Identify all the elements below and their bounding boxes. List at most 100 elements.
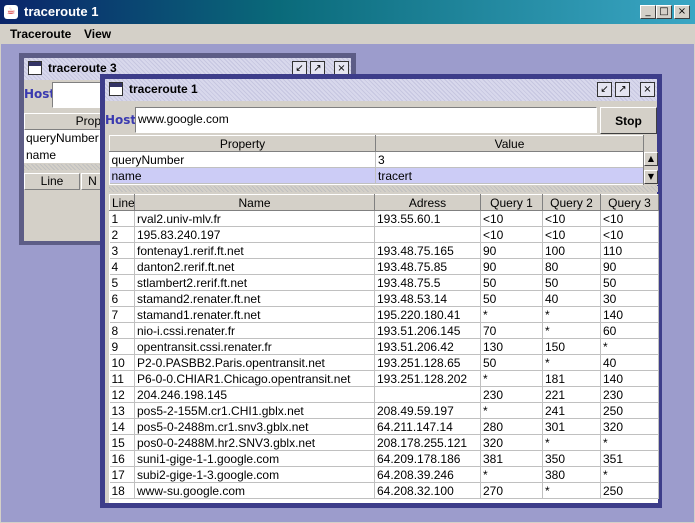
query3-cell[interactable]: * bbox=[600, 466, 659, 483]
property-column-header[interactable]: Property bbox=[109, 135, 376, 152]
property-cell[interactable]: queryNumber bbox=[109, 151, 376, 168]
query1-cell[interactable]: 50 bbox=[480, 274, 543, 291]
query1-cell[interactable]: 270 bbox=[480, 482, 543, 499]
route-column-header[interactable]: Query 1 bbox=[480, 194, 543, 211]
name-cell[interactable]: opentransit.cssi.renater.fr bbox=[134, 338, 375, 355]
line-cell[interactable]: 8 bbox=[109, 322, 135, 339]
name-cell[interactable]: 195.83.240.197 bbox=[134, 226, 375, 243]
property-column-header[interactable]: Prop bbox=[24, 113, 104, 130]
scroll-up-icon[interactable]: ▲ bbox=[644, 152, 658, 166]
query3-cell[interactable]: 40 bbox=[600, 354, 659, 371]
maximize-icon[interactable]: ↗ bbox=[615, 82, 630, 97]
address-cell[interactable]: 64.209.178.186 bbox=[374, 450, 481, 467]
table-row[interactable]: 9 opentransit.cssi.renater.fr 193.51.206.4… bbox=[109, 338, 659, 355]
table-row[interactable]: 6 stamand2.renater.ft.net 193.48.53.14 50 40… bbox=[109, 290, 659, 307]
table-row[interactable]: 4 danton2.rerif.ft.net 193.48.75.85 90 80 90 bbox=[109, 258, 659, 275]
query2-cell[interactable]: 221 bbox=[542, 386, 601, 403]
query2-cell[interactable]: 181 bbox=[542, 370, 601, 387]
table-row[interactable]: 17 subi2-gige-1-3.google.com 64.208.39.246… bbox=[109, 466, 659, 483]
maximize-button[interactable]: □ bbox=[656, 5, 672, 19]
query1-cell[interactable]: 70 bbox=[480, 322, 543, 339]
query2-cell[interactable]: * bbox=[542, 434, 601, 451]
name-cell[interactable]: danton2.rerif.ft.net bbox=[134, 258, 375, 275]
query2-cell[interactable]: * bbox=[542, 354, 601, 371]
query2-cell[interactable]: * bbox=[542, 306, 601, 323]
query2-cell[interactable]: 100 bbox=[542, 242, 601, 259]
stop-button[interactable]: Stop bbox=[600, 107, 657, 134]
line-cell[interactable]: 9 bbox=[109, 338, 135, 355]
query3-cell[interactable]: <10 bbox=[600, 210, 659, 227]
line-cell[interactable]: 7 bbox=[109, 306, 135, 323]
table-row[interactable]: 12 204.246.198.145 230 221 230 bbox=[109, 386, 659, 403]
query1-cell[interactable]: 381 bbox=[480, 450, 543, 467]
property-cell[interactable]: name bbox=[26, 148, 56, 162]
query2-cell[interactable]: * bbox=[542, 482, 601, 499]
query1-cell[interactable]: 50 bbox=[480, 354, 543, 371]
table-row[interactable]: 14 pos5-0-2488m.cr1.snv3.gblx.net 64.211.1… bbox=[109, 418, 659, 435]
query3-cell[interactable]: 60 bbox=[600, 322, 659, 339]
query3-cell[interactable]: 140 bbox=[600, 306, 659, 323]
address-cell[interactable]: 208.178.255.121 bbox=[374, 434, 481, 451]
name-cell[interactable]: pos5-0-2488m.cr1.snv3.gblx.net bbox=[134, 418, 375, 435]
value-cell[interactable]: tracert bbox=[375, 167, 644, 184]
frame-title-bar[interactable]: traceroute 1 ↙ ↗ × bbox=[105, 79, 657, 101]
route-column-header[interactable]: Adress bbox=[374, 194, 481, 211]
table-row[interactable]: 16 suni1-gige-1-1.google.com 64.209.178.18… bbox=[109, 450, 659, 467]
line-cell[interactable]: 12 bbox=[109, 386, 135, 403]
query2-cell[interactable]: 380 bbox=[542, 466, 601, 483]
query3-cell[interactable]: * bbox=[600, 338, 659, 355]
table-row[interactable]: 15 pos0-0-2488M.hr2.SNV3.gblx.net 208.178.… bbox=[109, 434, 659, 451]
address-cell[interactable]: 64.211.147.14 bbox=[374, 418, 481, 435]
query2-cell[interactable]: 301 bbox=[542, 418, 601, 435]
name-cell[interactable]: P6-0-0.CHIAR1.Chicago.opentransit.net bbox=[134, 370, 375, 387]
line-cell[interactable]: 3 bbox=[109, 242, 135, 259]
query2-cell[interactable]: * bbox=[542, 322, 601, 339]
query3-cell[interactable]: 30 bbox=[600, 290, 659, 307]
query3-cell[interactable]: <10 bbox=[600, 226, 659, 243]
query1-cell[interactable]: * bbox=[480, 306, 543, 323]
address-cell[interactable]: 193.48.53.14 bbox=[374, 290, 481, 307]
query1-cell[interactable]: 280 bbox=[480, 418, 543, 435]
query3-cell[interactable]: 140 bbox=[600, 370, 659, 387]
table-row[interactable]: 5 stlambert2.rerif.ft.net 193.48.75.5 50 50 5… bbox=[109, 274, 659, 291]
address-cell[interactable]: 193.51.206.145 bbox=[374, 322, 481, 339]
line-cell[interactable]: 11 bbox=[109, 370, 135, 387]
query3-cell[interactable]: 320 bbox=[600, 418, 659, 435]
query3-cell[interactable]: 50 bbox=[600, 274, 659, 291]
host-input[interactable]: www.google.com bbox=[135, 107, 597, 133]
address-cell[interactable]: 195.220.180.41 bbox=[374, 306, 481, 323]
table-row[interactable]: 10 P2-0.PASBB2.Paris.opentransit.net 193.2… bbox=[109, 354, 659, 371]
minimize-button[interactable]: _ bbox=[640, 5, 656, 19]
query2-cell[interactable]: <10 bbox=[542, 226, 601, 243]
name-cell[interactable]: nio-i.cssi.renater.fr bbox=[134, 322, 375, 339]
line-cell[interactable]: 18 bbox=[109, 482, 135, 499]
line-cell[interactable]: 15 bbox=[109, 434, 135, 451]
menu-view[interactable]: View bbox=[84, 27, 111, 41]
query2-cell[interactable]: 150 bbox=[542, 338, 601, 355]
address-cell[interactable]: 193.251.128.202 bbox=[374, 370, 481, 387]
name-cell[interactable]: fontenay1.rerif.ft.net bbox=[134, 242, 375, 259]
query1-cell[interactable]: * bbox=[480, 370, 543, 387]
name-cell[interactable]: pos5-2-155M.cr1.CHI1.gblx.net bbox=[134, 402, 375, 419]
value-cell[interactable]: 3 bbox=[375, 151, 644, 168]
table-row[interactable]: 8 nio-i.cssi.renater.fr 193.51.206.145 70 * 6… bbox=[109, 322, 659, 339]
address-cell[interactable]: 193.48.75.165 bbox=[374, 242, 481, 259]
address-cell[interactable]: 208.49.59.197 bbox=[374, 402, 481, 419]
name-cell[interactable]: stlambert2.rerif.ft.net bbox=[134, 274, 375, 291]
query1-cell[interactable]: 90 bbox=[480, 258, 543, 275]
route-column-header[interactable]: Query 3 bbox=[600, 194, 659, 211]
property-row[interactable]: name tracert bbox=[109, 167, 644, 184]
internal-frame-traceroute-1[interactable]: traceroute 1 ↙ ↗ × Host: www.google.com … bbox=[100, 74, 662, 508]
scroll-down-icon[interactable]: ▼ bbox=[644, 170, 658, 184]
query2-cell[interactable]: 50 bbox=[542, 274, 601, 291]
line-cell[interactable]: 4 bbox=[109, 258, 135, 275]
line-cell[interactable]: 5 bbox=[109, 274, 135, 291]
query3-cell[interactable]: 110 bbox=[600, 242, 659, 259]
address-cell[interactable]: 64.208.39.246 bbox=[374, 466, 481, 483]
route-column-header[interactable]: Line bbox=[109, 194, 135, 211]
route-column-header[interactable]: Query 2 bbox=[542, 194, 601, 211]
window-title-bar[interactable]: ☕ traceroute 1 _ □ × bbox=[0, 0, 695, 24]
name-cell[interactable]: suni1-gige-1-1.google.com bbox=[134, 450, 375, 467]
property-cell[interactable]: queryNumber bbox=[26, 131, 99, 145]
query2-cell[interactable]: 80 bbox=[542, 258, 601, 275]
